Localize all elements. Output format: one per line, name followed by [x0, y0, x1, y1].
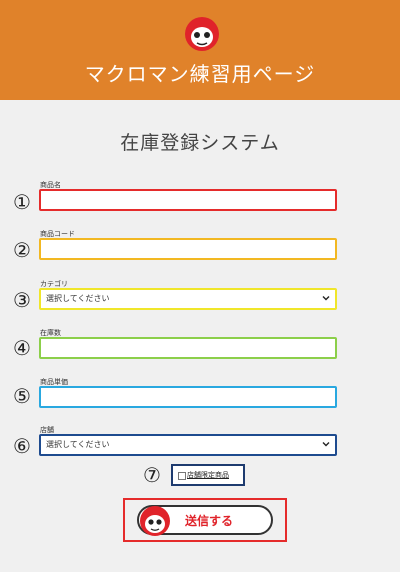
step-number-2: ②: [13, 238, 31, 262]
submit-label: 送信する: [185, 514, 234, 528]
category-selected-value: 選択してください: [46, 294, 110, 303]
unit-price-input[interactable]: [39, 386, 337, 408]
chevron-down-icon: [322, 442, 330, 447]
step-number-1: ①: [13, 190, 31, 214]
site-title: マクロマン練習用ページ: [84, 62, 316, 86]
product-name-input[interactable]: [39, 189, 337, 211]
step-number-6: ⑥: [13, 434, 31, 458]
robot-mascot-icon: [140, 506, 170, 536]
category-select[interactable]: 選択してください: [39, 288, 337, 310]
store-select[interactable]: 選択してください: [39, 434, 337, 456]
stock-quantity-input[interactable]: [39, 337, 337, 359]
store-limited-label[interactable]: 店舗限定商品: [187, 470, 229, 480]
header-banner: マクロマン練習用ページ: [0, 0, 400, 100]
robot-mascot-icon: [185, 17, 219, 51]
step-number-4: ④: [13, 336, 31, 360]
product-code-input[interactable]: [39, 238, 337, 260]
submit-button[interactable]: 送信する: [137, 505, 273, 536]
step-number-7: ⑦: [143, 463, 161, 487]
store-selected-value: 選択してください: [46, 440, 110, 449]
store-limited-checkbox[interactable]: [178, 472, 186, 480]
page-title: 在庫登録システム: [120, 132, 280, 154]
step-number-3: ③: [13, 288, 31, 312]
chevron-down-icon: [322, 296, 330, 301]
store-limited-checkbox-frame[interactable]: 店舗限定商品: [171, 464, 245, 486]
step-number-5: ⑤: [13, 384, 31, 408]
